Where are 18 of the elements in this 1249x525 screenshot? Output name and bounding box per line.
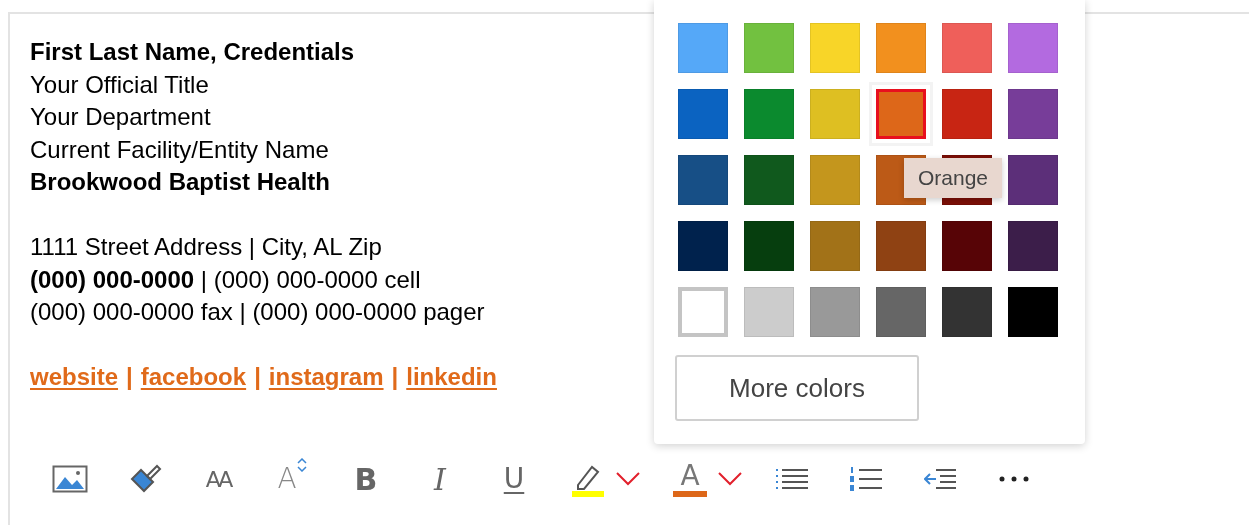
color-swatch[interactable]	[678, 287, 728, 337]
tooltip: Orange	[904, 158, 1003, 198]
signature-link[interactable]: facebook	[140, 363, 247, 390]
link-separator: |	[390, 363, 400, 390]
signature-line: Current Facility/Entity Name	[30, 134, 329, 165]
contact-line: 1111 Street Address | City, AL Zip	[30, 233, 382, 260]
signature-line: First Last Name, Credentials	[30, 37, 355, 67]
contact-line: (000) 000-0000 fax | (000) 000-0000 pager	[30, 298, 485, 325]
link-separator: |	[253, 363, 262, 390]
link-separator: |	[125, 363, 134, 390]
signature-link[interactable]: linkedin	[406, 363, 497, 390]
signature-link[interactable]: instagram	[268, 363, 384, 390]
signature-line: Brookwood Baptist Health	[30, 167, 330, 197]
contact-line: (000) 000-0000 | (000) 000-0000 cell	[30, 265, 421, 293]
signature-line: Your Official Title	[30, 69, 209, 100]
signature-link[interactable]: website	[30, 363, 119, 390]
more-colors-button[interactable]: More colors	[675, 355, 919, 421]
signature-line: Your Department	[30, 102, 211, 132]
